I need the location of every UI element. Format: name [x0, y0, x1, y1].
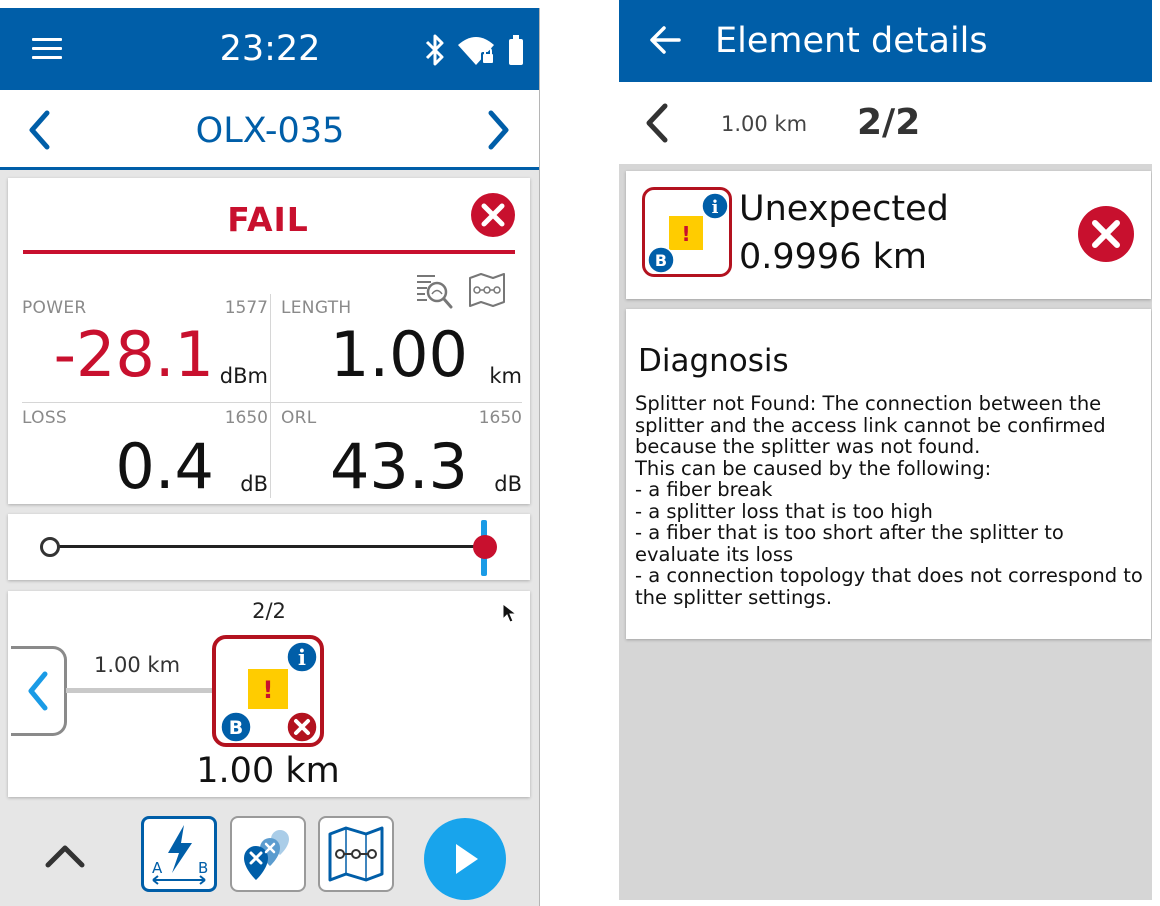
length-value: 1.00	[329, 318, 468, 391]
verdict-status: FAIL	[227, 200, 309, 239]
fail-badge-icon	[286, 711, 318, 743]
power-wavelength: 1577	[224, 298, 268, 318]
chevron-left-icon[interactable]	[641, 102, 671, 144]
verdict-underline	[23, 250, 515, 254]
chevron-right-icon[interactable]	[480, 108, 516, 152]
length-unit: km	[489, 364, 522, 388]
details-header: Element details	[619, 0, 1152, 82]
location-pins-icon	[244, 830, 289, 880]
play-button[interactable]	[424, 818, 506, 900]
previous-element-button[interactable]	[11, 646, 67, 736]
warning-icon: !	[669, 216, 703, 250]
tab-ab-test[interactable]: A B	[141, 816, 217, 892]
metrics-divider-horizontal	[22, 402, 522, 403]
loss-value: 0.4	[115, 430, 214, 503]
orl-metric: ORL 1650 43.3 dB	[281, 408, 522, 498]
fail-circle-x-icon	[471, 193, 515, 237]
status-icons	[424, 32, 524, 68]
length-label: LENGTH	[281, 298, 352, 318]
diagnosis-card: Diagnosis Splitter not Found: The connec…	[626, 309, 1151, 639]
left-screen: 23:22 OLX-035 FAIL POWER 1577 -28.1 dBm …	[0, 8, 540, 906]
tab-pins[interactable]	[230, 816, 306, 892]
link-slider-card	[8, 514, 530, 580]
element-nav: 1.00 km 2/2	[619, 82, 1152, 164]
warning-icon: !	[248, 669, 288, 709]
verdict-card: FAIL POWER 1577 -28.1 dBm LENGTH 1.00 km…	[8, 178, 530, 504]
port-b-icon: B	[220, 711, 252, 743]
element-card: 2/2 1.00 km ! i B 1.00 km	[8, 591, 530, 797]
menu-icon[interactable]	[32, 38, 62, 60]
device-name: OLX-035	[195, 111, 345, 151]
slider-start-marker	[40, 537, 60, 557]
warning-mark: !	[681, 222, 690, 246]
chevron-up-icon[interactable]	[42, 836, 88, 876]
port-b-icon: B	[647, 246, 675, 274]
play-icon	[456, 844, 478, 874]
port-b-mark: B	[655, 251, 667, 270]
right-screen: Element details 1.00 km 2/2 ! i B Unexpe…	[619, 0, 1152, 900]
chevron-left-icon	[28, 671, 47, 711]
power-metric: POWER 1577 -28.1 dBm	[22, 298, 268, 394]
orl-wavelength: 1650	[478, 408, 522, 428]
element-nav-count: 2/2	[857, 102, 921, 143]
info-icon[interactable]: i	[701, 192, 729, 220]
status-bar: 23:22	[0, 8, 539, 90]
orl-label: ORL	[281, 408, 317, 428]
orl-unit: dB	[494, 472, 522, 496]
tab-link-map[interactable]	[318, 816, 394, 892]
element-type: Unexpected	[739, 189, 949, 229]
page-title: Element details	[715, 21, 988, 61]
tab-ab-label-a: A	[152, 859, 163, 877]
battery-icon	[509, 35, 523, 65]
link-map-icon	[328, 826, 384, 882]
slider-end-marker[interactable]	[473, 535, 497, 559]
loss-unit: dB	[240, 472, 268, 496]
info-icon[interactable]: i	[286, 641, 318, 673]
chevron-left-icon[interactable]	[22, 108, 58, 152]
diagnosis-text: Splitter not Found: The connection betwe…	[635, 392, 1143, 609]
wifi-locked-icon	[458, 37, 495, 65]
device-nav: OLX-035	[0, 90, 539, 170]
warning-mark: !	[263, 676, 274, 704]
element-distance: 0.9996 km	[739, 237, 927, 277]
loss-metric: LOSS 1650 0.4 dB	[22, 408, 268, 498]
link-distance: 1.00 km	[94, 653, 181, 677]
element-distance: 1.00 km	[196, 751, 340, 791]
clock: 23:22	[219, 29, 321, 69]
element-nav-distance: 1.00 km	[721, 112, 808, 136]
fail-circle-x-icon	[1078, 206, 1134, 262]
splitter-element-icon: ! i B	[642, 187, 732, 277]
port-b-mark: B	[229, 717, 243, 739]
bluetooth-icon	[425, 34, 444, 66]
loss-wavelength: 1650	[224, 408, 268, 428]
info-mark: i	[298, 645, 306, 670]
info-mark: i	[712, 197, 719, 218]
length-metric: LENGTH 1.00 km	[281, 298, 522, 394]
metrics-divider-vertical	[270, 294, 271, 498]
power-unit: dBm	[219, 364, 268, 388]
fiber-link-line	[66, 688, 216, 693]
element-count: 2/2	[252, 599, 286, 623]
loss-label: LOSS	[22, 408, 68, 428]
slider-track[interactable]	[50, 545, 486, 548]
tab-ab-label-b: B	[198, 859, 208, 877]
element-summary-card: ! i B Unexpected 0.9996 km	[626, 171, 1151, 299]
mouse-cursor-icon	[502, 603, 518, 623]
bottom-bar: A B	[0, 806, 539, 906]
power-value: -28.1	[53, 318, 214, 391]
back-arrow-icon[interactable]	[647, 22, 683, 58]
orl-value: 43.3	[329, 430, 468, 503]
diagnosis-title: Diagnosis	[638, 343, 789, 379]
ab-lightning-icon: A B	[152, 825, 208, 885]
splitter-element[interactable]: ! i B	[212, 635, 324, 747]
power-label: POWER	[22, 298, 87, 318]
